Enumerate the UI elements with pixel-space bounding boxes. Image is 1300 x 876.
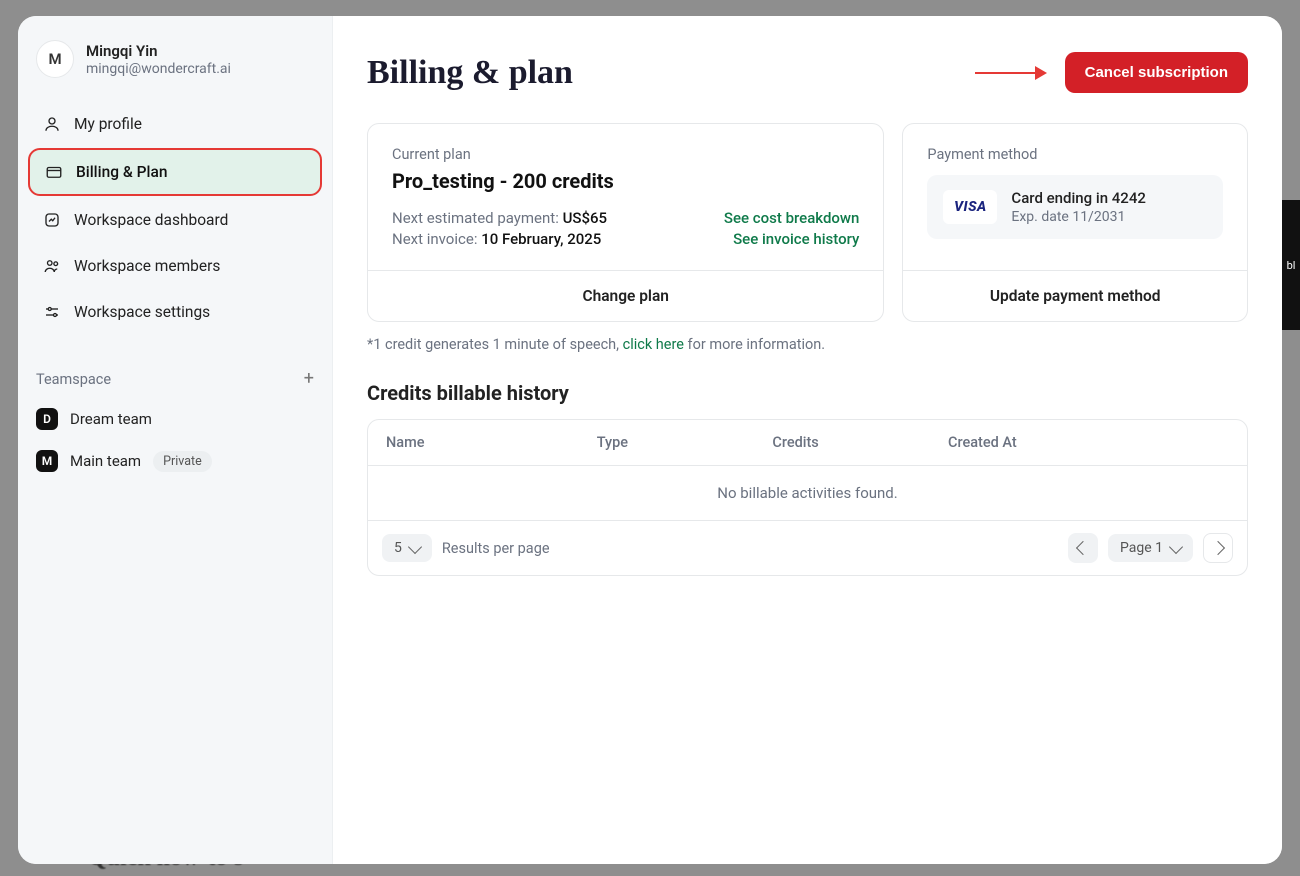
cost-breakdown-link[interactable]: See cost breakdown xyxy=(724,209,860,227)
user-icon xyxy=(42,114,62,134)
annotation-arrow-icon xyxy=(975,66,1047,80)
chevron-right-icon xyxy=(1211,541,1225,555)
team-badge: D xyxy=(36,408,58,430)
payment-method-card: Payment method VISA Card ending in 4242 … xyxy=(902,123,1248,322)
th-name: Name xyxy=(386,434,597,451)
card-icon xyxy=(44,162,64,182)
settings-modal: M Mingqi Yin mingqi@wondercraft.ai My pr… xyxy=(18,16,1282,864)
credit-footnote: *1 credit generates 1 minute of speech, … xyxy=(367,336,1248,353)
sidebar-item-label: Workspace members xyxy=(74,257,220,275)
card-expiry: Exp. date 11/2031 xyxy=(1011,209,1145,225)
table-empty-message: No billable activities found. xyxy=(368,466,1247,520)
footnote-link[interactable]: click here xyxy=(623,336,684,353)
chevron-left-icon xyxy=(1076,541,1090,555)
per-page-select[interactable]: 5 xyxy=(382,534,432,562)
sidebar-item-label: Billing & Plan xyxy=(76,163,167,181)
current-plan-card: Current plan Pro_testing - 200 credits N… xyxy=(367,123,884,322)
private-badge: Private xyxy=(153,451,212,472)
table-footer: 5 Results per page Page 1 xyxy=(368,520,1247,575)
team-label: Dream team xyxy=(70,410,152,428)
team-badge: M xyxy=(36,450,58,472)
visa-logo-icon: VISA xyxy=(943,190,997,224)
payment-method-label: Payment method xyxy=(927,146,1223,163)
chart-icon xyxy=(42,210,62,230)
update-payment-method-button[interactable]: Update payment method xyxy=(903,270,1247,321)
user-name: Mingqi Yin xyxy=(86,42,231,60)
next-payment-label: Next estimated payment: xyxy=(392,209,563,227)
sidebar-item-label: My profile xyxy=(74,115,142,133)
sidebar-item-billing-plan[interactable]: Billing & Plan xyxy=(28,148,322,196)
add-teamspace-button[interactable]: + xyxy=(304,370,314,388)
sidebar-item-label: Workspace settings xyxy=(74,303,210,321)
history-table: Name Type Credits Created At No billable… xyxy=(367,419,1248,576)
team-item-main-team[interactable]: M Main team Private xyxy=(18,440,332,482)
cancel-subscription-button[interactable]: Cancel subscription xyxy=(1065,52,1248,93)
sidebar: M Mingqi Yin mingqi@wondercraft.ai My pr… xyxy=(18,16,333,864)
th-credits: Credits xyxy=(772,434,948,451)
invoice-history-link[interactable]: See invoice history xyxy=(733,230,859,248)
teamspace-label: Teamspace xyxy=(36,371,111,388)
team-item-dream-team[interactable]: D Dream team xyxy=(18,398,332,440)
next-page-button[interactable] xyxy=(1203,533,1233,563)
sidebar-item-label: Workspace dashboard xyxy=(74,211,228,229)
page-select[interactable]: Page 1 xyxy=(1108,534,1193,562)
th-created: Created At xyxy=(948,434,1229,451)
chevron-down-icon xyxy=(1169,539,1183,553)
card-ending: Card ending in 4242 xyxy=(1011,189,1145,207)
chevron-down-icon xyxy=(408,539,422,553)
user-email: mingqi@wondercraft.ai xyxy=(86,61,231,77)
next-payment-value: US$65 xyxy=(563,209,607,227)
th-type: Type xyxy=(597,434,773,451)
page-title: Billing & plan xyxy=(367,54,573,92)
users-icon xyxy=(42,256,62,276)
sidebar-item-workspace-dashboard[interactable]: Workspace dashboard xyxy=(28,198,322,242)
next-invoice-label: Next invoice: xyxy=(392,230,481,248)
next-invoice-value: 10 February, 2025 xyxy=(481,230,601,248)
history-title: Credits billable history xyxy=(367,381,1248,405)
change-plan-button[interactable]: Change plan xyxy=(368,270,883,321)
prev-page-button[interactable] xyxy=(1068,533,1098,563)
sidebar-item-my-profile[interactable]: My profile xyxy=(28,102,322,146)
avatar: M xyxy=(36,40,74,78)
main-content: Billing & plan Cancel subscription Curre… xyxy=(333,16,1282,864)
sliders-icon xyxy=(42,302,62,322)
user-block[interactable]: M Mingqi Yin mingqi@wondercraft.ai xyxy=(18,34,332,96)
sidebar-item-workspace-settings[interactable]: Workspace settings xyxy=(28,290,322,334)
per-page-label: Results per page xyxy=(442,540,550,557)
plan-name: Pro_testing - 200 credits xyxy=(392,169,859,193)
table-header: Name Type Credits Created At xyxy=(368,420,1247,466)
team-label: Main team xyxy=(70,452,141,470)
background-sidebar-peek: bl xyxy=(1282,200,1300,330)
payment-card-display: VISA Card ending in 4242 Exp. date 11/20… xyxy=(927,175,1223,239)
current-plan-label: Current plan xyxy=(392,146,859,163)
sidebar-item-workspace-members[interactable]: Workspace members xyxy=(28,244,322,288)
nav-list: My profile Billing & Plan Workspace dash… xyxy=(18,96,332,342)
teamspace-header: Teamspace + xyxy=(18,342,332,398)
